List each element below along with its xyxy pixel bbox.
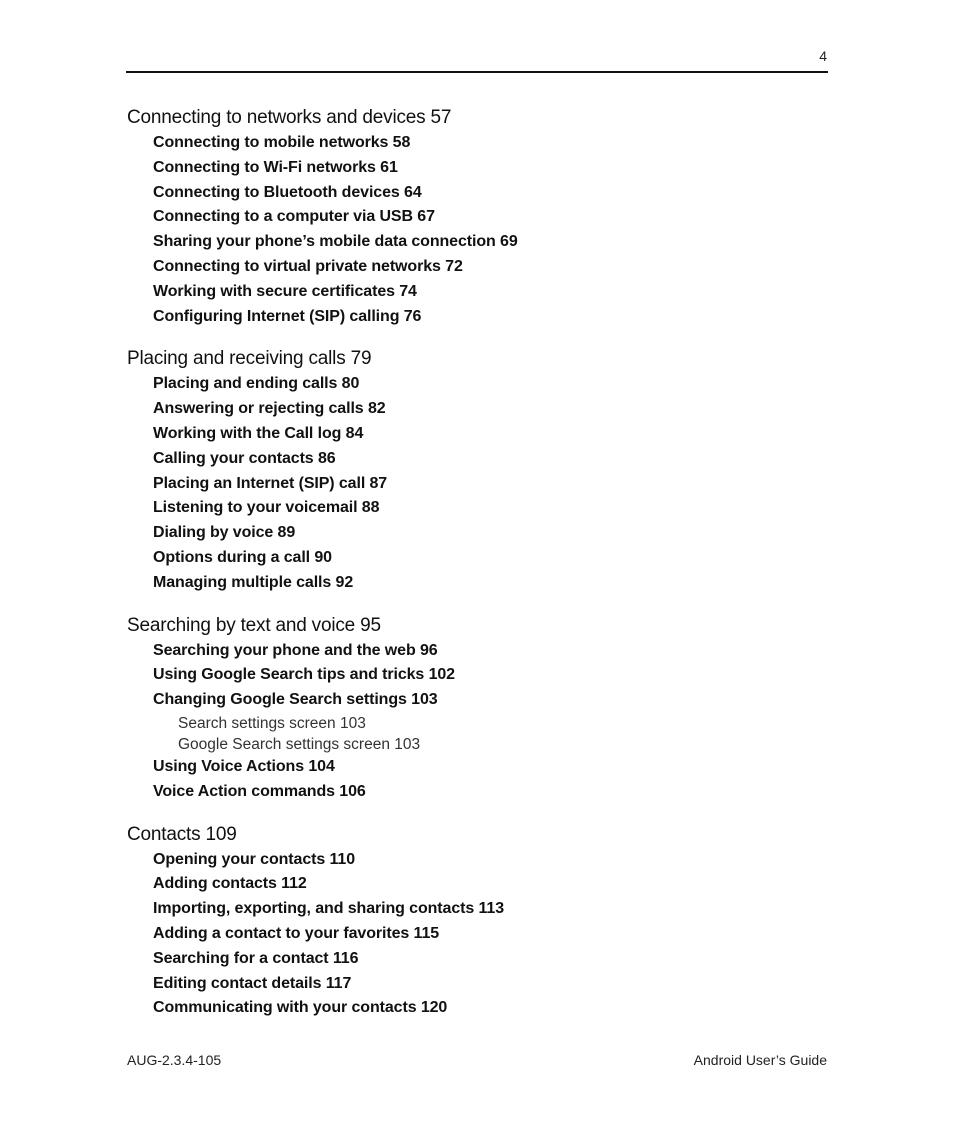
toc-section-link[interactable]: Searching your phone and the web 96 [127, 639, 827, 664]
toc-section-link[interactable]: Configuring Internet (SIP) calling 76 [127, 305, 827, 330]
toc-chapter-link[interactable]: Placing and receiving calls 79 [127, 346, 827, 372]
toc-section-link[interactable]: Listening to your voicemail 88 [127, 496, 827, 521]
toc-section-link[interactable]: Editing contact details 117 [127, 972, 827, 997]
toc-section-link[interactable]: Voice Action commands 106 [127, 780, 827, 805]
toc-section: Placing and receiving calls 79 Placing an… [127, 346, 827, 595]
table-of-contents: Connecting to networks and devices 57 Con… [127, 105, 827, 1038]
toc-section-link[interactable]: Opening your contacts 110 [127, 848, 827, 873]
toc-section-link[interactable]: Searching for a contact 116 [127, 947, 827, 972]
toc-subsection-link[interactable]: Google Search settings screen 103 [127, 734, 827, 755]
toc-section-link[interactable]: Answering or rejecting calls 82 [127, 397, 827, 422]
toc-section-link[interactable]: Connecting to a computer via USB 67 [127, 205, 827, 230]
toc-section-link[interactable]: Connecting to virtual private networks 7… [127, 255, 827, 280]
toc-section-link[interactable]: Working with secure certificates 74 [127, 280, 827, 305]
footer-doc-code: AUG-2.3.4-105 [127, 1052, 222, 1068]
toc-section-link[interactable]: Dialing by voice 89 [127, 521, 827, 546]
toc-section: Contacts 109 Opening your contacts 110 Add… [127, 822, 827, 1022]
toc-section-link[interactable]: Importing, exporting, and sharing contac… [127, 897, 827, 922]
header-rule [126, 71, 828, 73]
toc-section-link[interactable]: Placing and ending calls 80 [127, 372, 827, 397]
toc-section-link[interactable]: Communicating with your contacts 120 [127, 996, 827, 1021]
footer-doc-title: Android User’s Guide [693, 1052, 827, 1068]
toc-chapter-link[interactable]: Contacts 109 [127, 822, 827, 848]
toc-section-link[interactable]: Calling your contacts 86 [127, 447, 827, 472]
toc-section-link[interactable]: Sharing your phone’s mobile data connect… [127, 230, 827, 255]
toc-section-link[interactable]: Options during a call 90 [127, 546, 827, 571]
toc-subsection-link[interactable]: Search settings screen 103 [127, 713, 827, 734]
toc-section-link[interactable]: Adding a contact to your favorites 115 [127, 922, 827, 947]
page-number: 4 [819, 48, 827, 64]
toc-section-link[interactable]: Adding contacts 112 [127, 872, 827, 897]
toc-section-link[interactable]: Using Voice Actions 104 [127, 755, 827, 780]
toc-section: Connecting to networks and devices 57 Con… [127, 105, 827, 329]
toc-chapter-link[interactable]: Searching by text and voice 95 [127, 613, 827, 639]
toc-section: Searching by text and voice 95 Searching … [127, 613, 827, 805]
toc-section-link[interactable]: Placing an Internet (SIP) call 87 [127, 472, 827, 497]
toc-chapter-link[interactable]: Connecting to networks and devices 57 [127, 105, 827, 131]
toc-section-link[interactable]: Working with the Call log 84 [127, 422, 827, 447]
toc-section-link[interactable]: Using Google Search tips and tricks 102 [127, 663, 827, 688]
toc-section-link[interactable]: Connecting to Bluetooth devices 64 [127, 181, 827, 206]
toc-section-link[interactable]: Changing Google Search settings 103 [127, 688, 827, 713]
toc-section-link[interactable]: Connecting to mobile networks 58 [127, 131, 827, 156]
toc-section-link[interactable]: Connecting to Wi-Fi networks 61 [127, 156, 827, 181]
toc-section-link[interactable]: Managing multiple calls 92 [127, 571, 827, 596]
